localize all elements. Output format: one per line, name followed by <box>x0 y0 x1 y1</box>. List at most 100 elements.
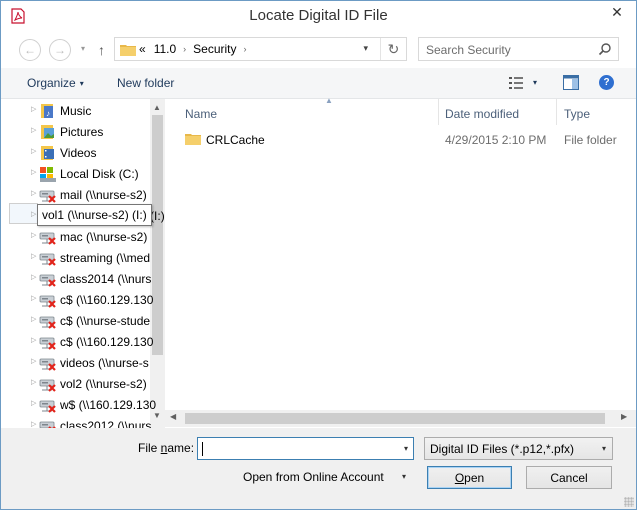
nav-tree-item-label: class2012 (\\nurs <box>60 419 152 428</box>
file-type-filter-select[interactable]: Digital ID Files (*.p12,*.pfx) ▾ <box>424 437 613 460</box>
forward-button[interactable]: → <box>49 39 71 61</box>
address-bar[interactable]: « 11.0 › Security › ▾ ↻ <box>114 37 407 61</box>
nav-tree-item[interactable]: ▷ class2014 (\\nurs <box>1 268 151 289</box>
address-overflow-icon[interactable]: « <box>139 42 146 56</box>
local-disk-icon <box>40 167 56 182</box>
search-box[interactable]: Search Security <box>418 37 619 61</box>
nav-tree-item-label: mac (\\nurse-s2) <box>60 230 148 244</box>
column-divider[interactable] <box>438 99 439 125</box>
expand-arrow-icon[interactable]: ▷ <box>31 105 36 113</box>
search-icon[interactable] <box>598 42 612 56</box>
breadcrumb-11-0[interactable]: 11.0 <box>154 42 176 56</box>
nav-tree-item[interactable]: ▷ w$ (\\160.129.130 <box>1 394 156 415</box>
nav-tree-item[interactable]: ▷ class2012 (\\nurs <box>1 415 151 428</box>
file-list-pane: Name ▲ Date modified Type CRLCache 4/29/… <box>165 96 636 428</box>
nav-tree-item-label: Videos <box>60 146 97 160</box>
scroll-right-icon[interactable]: ▶ <box>621 412 627 421</box>
expand-arrow-icon[interactable]: ▷ <box>31 252 36 260</box>
scroll-up-icon[interactable]: ▲ <box>153 103 161 112</box>
expand-arrow-icon[interactable]: ▷ <box>31 126 36 134</box>
up-one-level-button[interactable]: ↑ <box>98 42 105 58</box>
nav-tree-item-label: videos (\\nurse-s <box>60 356 149 370</box>
file-row-crlcache[interactable]: CRLCache 4/29/2015 2:10 PM File folder <box>165 129 636 151</box>
scroll-left-icon[interactable]: ◀ <box>170 412 176 421</box>
disconnected-network-drive-icon <box>39 379 56 392</box>
nav-tree-item[interactable]: ▷ videos (\\nurse-s <box>1 352 151 373</box>
disconnected-network-drive-icon <box>39 190 56 203</box>
recent-locations-chevron-icon[interactable]: ▾ <box>81 44 85 53</box>
forward-arrow-icon: → <box>54 43 66 57</box>
file-list-horizontal-scrollbar[interactable]: ◀ ▶ <box>165 410 636 427</box>
nav-tree-item[interactable]: ▷ ♪ Music <box>1 100 151 121</box>
scroll-thumb[interactable] <box>185 413 605 424</box>
address-dropdown-chevron-icon[interactable]: ▾ <box>363 43 368 54</box>
svg-text:♪: ♪ <box>46 109 50 118</box>
back-button[interactable]: ← <box>19 39 41 61</box>
file-name-input[interactable]: ▾ <box>197 437 414 460</box>
cancel-button[interactable]: Cancel <box>526 466 612 489</box>
scroll-down-icon[interactable]: ▼ <box>153 411 161 420</box>
nav-tree-item[interactable]: ▷ mail (\\nurse-s2) <box>1 184 151 205</box>
nav-tree-item[interactable]: ▷ Local Disk (C:) <box>1 163 151 184</box>
nav-tree-item[interactable]: ▷ c$ (\\160.129.130 <box>1 331 153 352</box>
refresh-icon: ↻ <box>387 40 400 57</box>
column-header-type[interactable]: Type <box>564 99 590 125</box>
disconnected-network-drive-icon <box>39 337 56 350</box>
expand-arrow-icon[interactable]: ▷ <box>31 168 36 176</box>
column-header-date-modified[interactable]: Date modified <box>445 99 519 125</box>
expand-arrow-icon[interactable]: ▷ <box>31 336 36 344</box>
column-divider[interactable] <box>556 99 557 125</box>
organize-menu-button[interactable]: Organize ▾ <box>27 76 84 90</box>
close-icon: ✕ <box>611 3 623 20</box>
expand-arrow-icon[interactable]: ▷ <box>31 420 36 428</box>
navigation-pane: ▲ ▼ ▷ ♪ Music ▷ Pictures ▷ Videos ▷ Local Disk (… <box>1 99 165 428</box>
nav-tree-item[interactable]: ▷ vol2 (\\nurse-s2) <box>1 373 151 394</box>
column-header-name[interactable]: Name ▲ <box>185 96 333 125</box>
refresh-button[interactable]: ↻ <box>380 38 406 60</box>
help-icon[interactable]: ? <box>599 75 614 90</box>
expand-arrow-icon[interactable]: ▷ <box>31 147 36 155</box>
nav-tree-item[interactable]: ▷ c$ (\\nurse-stude <box>1 310 151 331</box>
navigation-bar: ← → ▾ ↑ « 11.0 › Security › ▾ ↻ Search S… <box>1 32 636 68</box>
nav-tree-item[interactable]: ▷ Pictures <box>1 121 151 142</box>
resize-grip-icon[interactable] <box>624 497 634 507</box>
nav-tree-item[interactable]: ▷ Videos <box>1 142 151 163</box>
expand-arrow-icon[interactable]: ▷ <box>31 357 36 365</box>
nav-tree-item[interactable]: ▷ c$ (\\160.129.130 <box>1 289 153 310</box>
command-toolbar: Organize ▾ New folder ▾ ? <box>1 68 636 99</box>
disconnected-network-drive-icon <box>39 274 56 287</box>
breadcrumb-security[interactable]: Security <box>193 42 236 56</box>
sort-ascending-icon: ▲ <box>325 96 333 105</box>
new-folder-button[interactable]: New folder <box>117 76 174 90</box>
scroll-thumb[interactable] <box>152 115 163 355</box>
breadcrumb-separator-icon[interactable]: › <box>244 44 247 54</box>
expand-arrow-icon[interactable]: ▷ <box>31 399 36 407</box>
change-view-icon[interactable] <box>509 77 523 89</box>
navigation-pane-scrollbar[interactable]: ▲ ▼ <box>150 99 165 428</box>
close-button[interactable]: ✕ <box>599 1 635 23</box>
file-type: File folder <box>564 133 617 147</box>
expand-arrow-icon[interactable]: ▷ <box>31 189 36 197</box>
expand-arrow-icon[interactable]: ▷ <box>31 273 36 281</box>
expand-arrow-icon[interactable]: ▷ <box>31 231 36 239</box>
folder-icon <box>185 134 201 145</box>
breadcrumb-separator-icon[interactable]: › <box>183 44 186 54</box>
nav-tree-item-label: w$ (\\160.129.130 <box>60 398 157 412</box>
search-input[interactable]: Search Security <box>426 43 511 57</box>
preview-pane-icon[interactable] <box>563 75 579 90</box>
file-name-history-chevron-icon[interactable]: ▾ <box>404 444 408 453</box>
back-arrow-icon: ← <box>24 43 36 57</box>
expand-arrow-icon[interactable]: ▷ <box>31 315 36 323</box>
disconnected-network-drive-icon <box>39 358 56 371</box>
open-button[interactable]: Open <box>427 466 512 489</box>
expand-arrow-icon[interactable]: ▷ <box>31 210 36 218</box>
nav-tree-item[interactable]: ▷ mac (\\nurse-s2) <box>1 226 151 247</box>
nav-tree-item[interactable]: ▷ streaming (\\med <box>1 247 151 268</box>
disconnected-network-drive-icon <box>39 253 56 266</box>
open-from-online-account-button[interactable]: Open from Online Account ▾ <box>239 470 415 491</box>
disconnected-network-drive-icon <box>39 316 56 329</box>
file-name: CRLCache <box>206 133 265 147</box>
view-options-chevron-icon[interactable]: ▾ <box>533 78 537 87</box>
expand-arrow-icon[interactable]: ▷ <box>31 378 36 386</box>
expand-arrow-icon[interactable]: ▷ <box>31 294 36 302</box>
